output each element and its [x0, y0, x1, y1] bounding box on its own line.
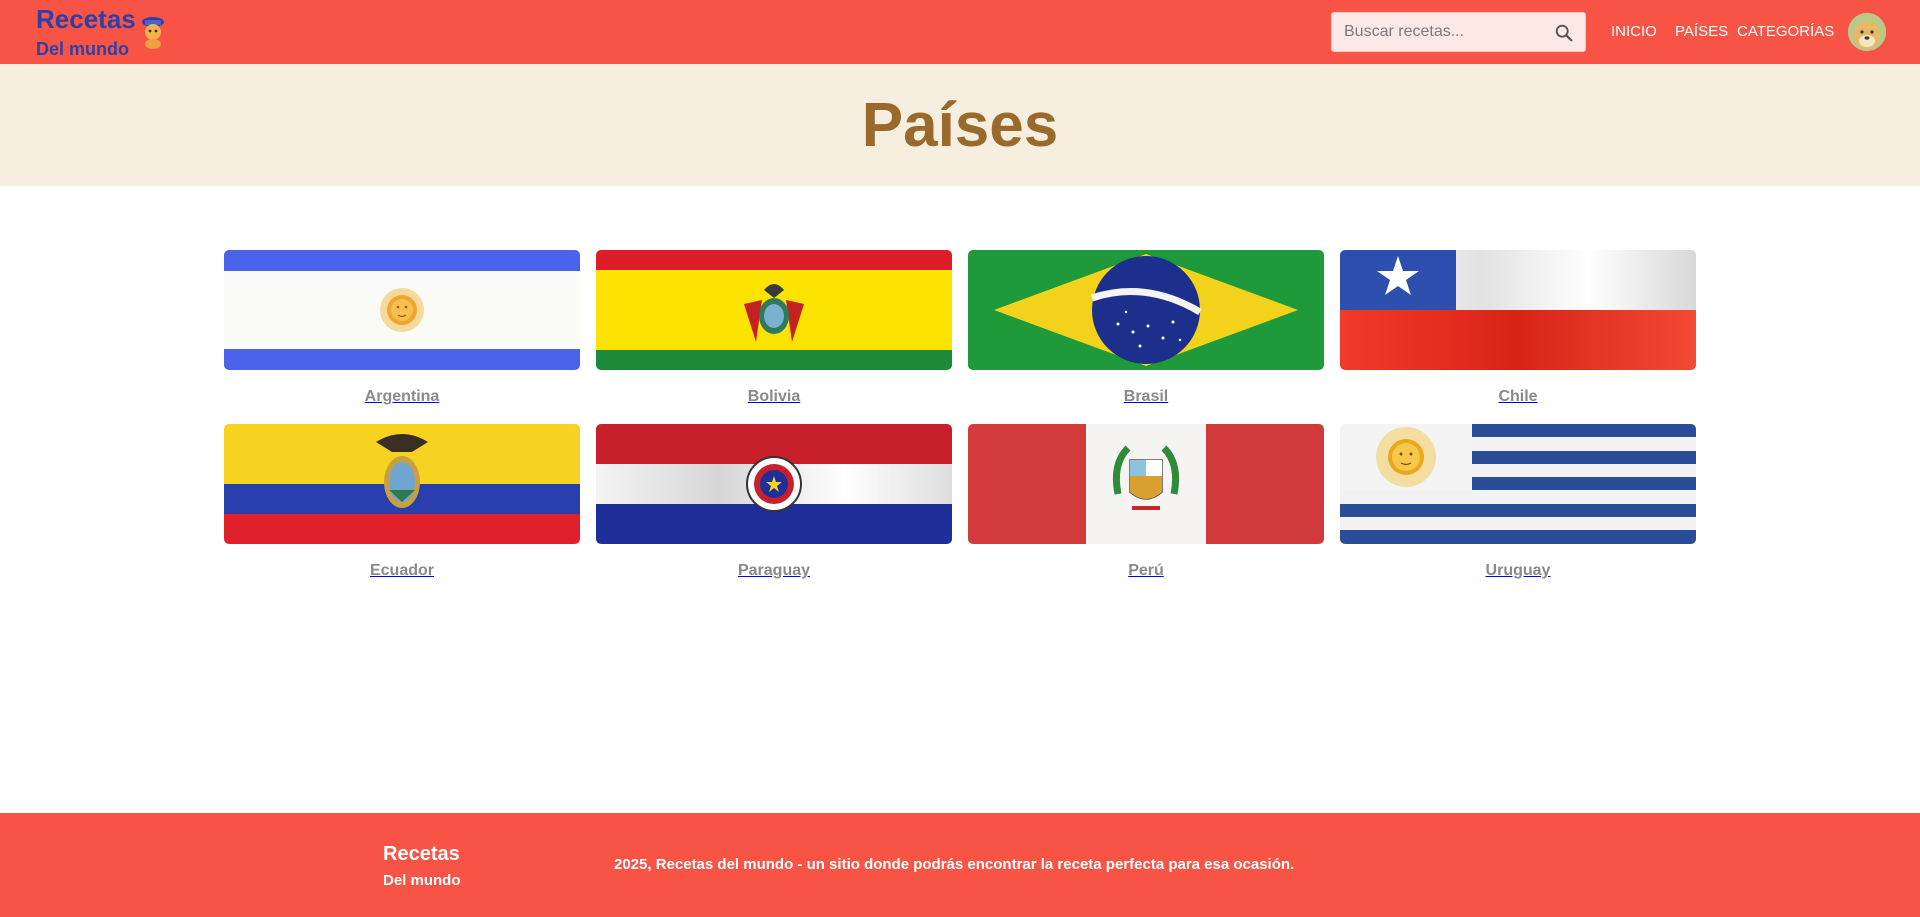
country-name: Bolivia [747, 388, 801, 405]
country-name: Argentina [364, 388, 440, 405]
country-card-bolivia[interactable]: Bolivia [596, 250, 952, 406]
logo-subtitle: Del mundo [36, 39, 129, 59]
site-footer: Recetas Del mundo 2025, Recetas del mund… [0, 813, 1920, 917]
footer-logo-subtitle: Del mundo [383, 872, 461, 889]
country-card-ecuador[interactable]: Ecuador [224, 424, 580, 580]
peru-flag-icon [968, 424, 1324, 544]
page-title: Países [861, 91, 1059, 160]
search-icon[interactable] [1553, 22, 1575, 44]
dog-avatar-icon [1848, 13, 1886, 51]
argentina-flag-icon [224, 250, 580, 370]
bolivia-flag-icon [596, 250, 952, 370]
country-card-uruguay[interactable]: Uruguay [1340, 424, 1696, 580]
chef-mascot-icon [142, 17, 164, 49]
chile-flag-icon [1340, 250, 1696, 370]
brasil-flag-icon [968, 250, 1324, 370]
logo-title: Recetas [36, 4, 136, 34]
page-hero: Países [0, 64, 1920, 186]
country-name: Uruguay [1485, 562, 1551, 579]
country-name: Chile [1498, 388, 1538, 405]
nav-paises[interactable]: PAÍSES [1675, 23, 1728, 41]
site-header: Recetas Del mundo INICIO PAÍSES CATEGORÍ… [0, 0, 1920, 64]
country-name: Paraguay [737, 562, 811, 579]
country-name: Perú [1128, 562, 1164, 579]
country-name: Brasil [1123, 388, 1169, 405]
nav-inicio[interactable]: INICIO [1611, 23, 1657, 41]
uruguay-flag-icon [1340, 424, 1696, 544]
user-avatar[interactable] [1848, 13, 1886, 51]
country-card-argentina[interactable]: Argentina [224, 250, 580, 406]
country-card-paraguay[interactable]: Paraguay [596, 424, 952, 580]
country-card-brasil[interactable]: Brasil [968, 250, 1324, 406]
paraguay-flag-icon [596, 424, 952, 544]
nav-categorias[interactable]: CATEGORÍAS [1737, 23, 1834, 41]
footer-copyright: 2025, Recetas del mundo - un sitio donde… [614, 856, 1295, 873]
search-input[interactable] [1344, 13, 1544, 51]
country-card-peru[interactable]: Perú [968, 424, 1324, 580]
country-card-chile[interactable]: Chile [1340, 250, 1696, 406]
site-logo[interactable]: Recetas Del mundo [36, 2, 176, 62]
search-box[interactable] [1331, 12, 1586, 52]
country-name: Ecuador [369, 562, 434, 579]
footer-logo-title: Recetas [383, 843, 460, 865]
ecuador-flag-icon [224, 424, 580, 544]
